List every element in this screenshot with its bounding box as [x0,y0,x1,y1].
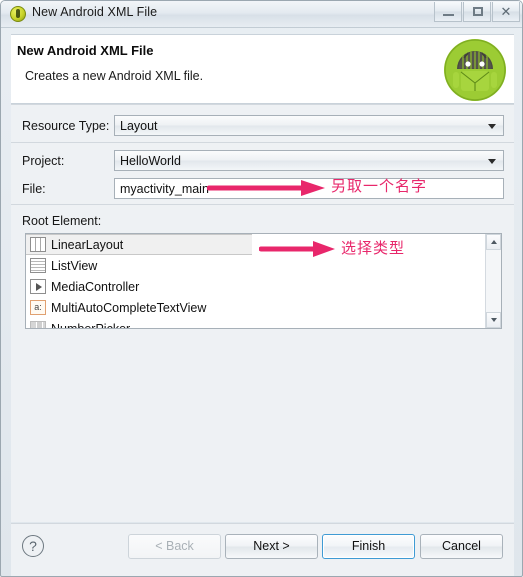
project-combo[interactable]: HelloWorld [114,150,504,171]
divider-top [11,104,514,105]
scroll-down-icon[interactable] [486,312,501,328]
android-robot-icon [444,39,506,101]
chevron-down-icon [488,159,496,164]
dialog-body: Resource Type: Layout Project: HelloWorl… [11,104,514,522]
next-button[interactable]: Next > [225,534,318,559]
title-bar: New Android XML File ✕ [1,1,522,28]
list-view-icon [30,258,46,273]
list-item[interactable]: a: MultiAutoCompleteTextView [26,297,485,318]
chevron-down-icon [488,124,496,129]
project-label: Project: [22,154,65,168]
screenshot-root: New Android XML File ✕ New Android XML F… [0,0,523,577]
back-button[interactable]: < Back [128,534,221,559]
page-title: New Android XML File [17,43,154,58]
dialog-header: New Android XML File Creates a new Andro… [11,34,514,104]
resource-type-label: Resource Type: [22,119,110,133]
divider-resource-project [11,142,514,143]
dialog-footer: ? < Back Next > Finish Cancel [11,523,514,576]
linear-layout-icon [30,237,46,252]
list-item-label: MultiAutoCompleteTextView [51,300,207,315]
scroll-up-icon[interactable] [486,234,501,250]
window-title: New Android XML File [32,5,158,19]
close-icon[interactable]: ✕ [492,2,520,22]
auto-complete-text-icon: a: [30,300,46,315]
list-item[interactable]: NumberPicker [26,318,485,328]
maximize-icon[interactable] [463,2,491,22]
list-item-label: LinearLayout [51,237,124,252]
file-value: myactivity_main [120,182,209,196]
list-item-label: ListView [51,258,98,273]
list-item[interactable]: ListView [26,255,485,276]
finish-button[interactable]: Finish [322,534,415,559]
dialog-window: New Android XML File ✕ New Android XML F… [0,0,523,577]
list-item-label: MediaController [51,279,140,294]
number-picker-icon [30,321,46,328]
project-value: HelloWorld [120,154,181,168]
media-controller-icon [30,279,46,294]
page-subtitle: Creates a new Android XML file. [25,69,204,83]
resource-type-value: Layout [120,119,158,133]
list-item[interactable]: MediaController [26,276,485,297]
file-label: File: [22,182,46,196]
app-icon [10,6,26,22]
root-element-label: Root Element: [22,214,102,228]
annotation-arrow-root [259,241,335,257]
help-icon[interactable]: ? [22,535,44,557]
list-item[interactable]: LinearLayout [26,234,252,255]
annotation-text-file: 另取一个名字 [331,177,428,195]
list-item-label: NumberPicker [51,322,130,329]
root-element-list-items: LinearLayout ListView MediaController a:… [26,234,485,328]
resource-type-combo[interactable]: Layout [114,115,504,136]
minimize-icon[interactable] [434,2,462,22]
window-controls: ✕ [434,2,520,22]
annotation-arrow-file [207,180,325,196]
cancel-button[interactable]: Cancel [420,534,503,559]
divider-file-root [11,204,514,205]
annotation-text-root: 选择类型 [341,239,406,257]
list-scrollbar[interactable] [485,234,501,328]
